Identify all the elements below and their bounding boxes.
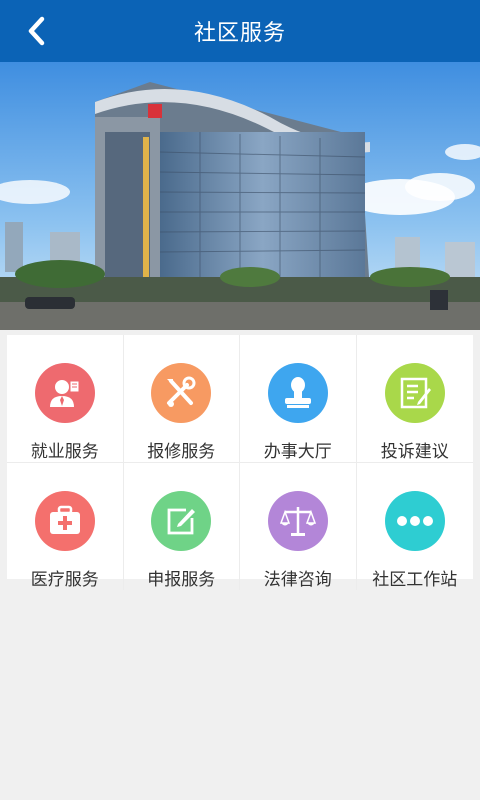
service-label: 社区工作站 xyxy=(372,570,458,590)
service-workstation[interactable]: 社区工作站 xyxy=(357,463,474,590)
stamp-icon xyxy=(267,363,328,423)
service-label: 投诉建议 xyxy=(380,442,449,462)
document-edit-icon xyxy=(384,363,445,423)
service-complaint[interactable]: 投诉建议 xyxy=(356,335,473,463)
building-photo xyxy=(0,62,480,330)
service-label: 就业服务 xyxy=(30,442,99,462)
scales-icon xyxy=(267,491,328,551)
employment-icon xyxy=(34,363,95,423)
more-dots-icon xyxy=(384,491,445,551)
service-legal[interactable]: 法律咨询 xyxy=(240,463,357,590)
service-employment[interactable]: 就业服务 xyxy=(7,335,124,463)
edit-square-icon xyxy=(151,491,212,551)
service-label: 办事大厅 xyxy=(263,442,332,462)
service-hall[interactable]: 办事大厅 xyxy=(240,335,357,463)
service-repair[interactable]: 报修服务 xyxy=(123,335,240,463)
service-medical[interactable]: 医疗服务 xyxy=(7,463,124,590)
service-label: 法律咨询 xyxy=(263,570,332,590)
page-title: 社区服务 xyxy=(193,21,286,46)
service-declare[interactable]: 申报服务 xyxy=(124,463,240,590)
back-button[interactable] xyxy=(22,16,52,46)
top-bar: 社区服务 xyxy=(0,0,480,62)
chevron-left-icon xyxy=(28,16,45,46)
service-grid: 就业服务 报修服务 办事大厅 投诉建议 医疗服务 申报服务 法律咨询 社区工作站 xyxy=(7,335,473,590)
repair-tools-icon xyxy=(151,363,212,423)
service-label: 医疗服务 xyxy=(30,570,99,590)
medical-kit-icon xyxy=(34,491,95,551)
service-label: 申报服务 xyxy=(147,570,216,590)
service-label: 报修服务 xyxy=(147,442,216,462)
banner-image[interactable] xyxy=(0,62,480,330)
